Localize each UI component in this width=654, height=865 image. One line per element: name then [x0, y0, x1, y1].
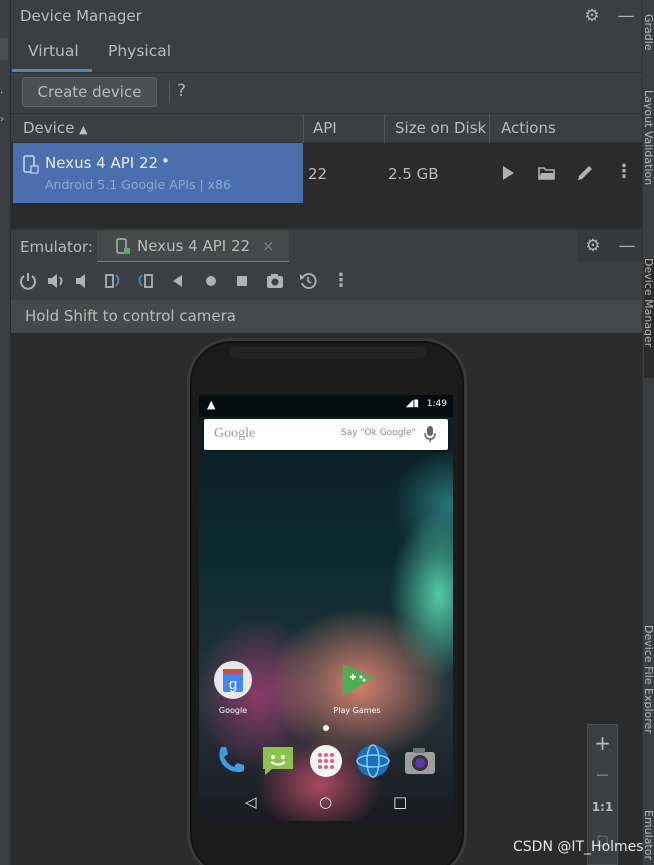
tab-physical[interactable]: Physical	[108, 42, 171, 60]
zoom-out-button[interactable]: −	[588, 765, 617, 786]
emulator-label: Emulator:	[20, 238, 93, 256]
toolbar-divider	[169, 81, 170, 103]
active-tab-indicator	[12, 69, 92, 72]
overview-icon[interactable]	[232, 271, 252, 291]
camera-hint-text: Hold Shift to control camera	[25, 307, 237, 325]
gear-icon[interactable]: ⚙	[583, 236, 603, 256]
camera-hint-bar: Hold Shift to control camera	[11, 300, 642, 333]
emulator-device-tab[interactable]: Nexus 4 API 22 ×	[97, 230, 289, 264]
app-play-games[interactable]: Play Games	[327, 660, 387, 715]
tool-tab-device-manager[interactable]: Device Manager	[644, 258, 654, 378]
google-app-icon: g	[214, 661, 252, 699]
tool-tab-device-file-explorer[interactable]: Device File Explorer	[644, 625, 654, 765]
signal-battery-icon: ◢▮	[405, 398, 419, 409]
column-device[interactable]: Device ▲	[23, 119, 88, 137]
device-manager-tabs: Virtual Physical	[11, 33, 642, 73]
page-indicator-dot	[323, 725, 329, 731]
more-vertical-icon[interactable]: ⋮	[331, 271, 351, 291]
device-size: 2.5 GB	[388, 165, 439, 183]
create-device-button[interactable]: Create device	[22, 77, 157, 107]
help-icon[interactable]: ?	[177, 81, 186, 101]
close-tab-icon[interactable]: ×	[262, 237, 275, 255]
back-icon[interactable]	[168, 271, 188, 291]
search-hint: Say "Ok Google"	[341, 428, 416, 438]
emulator-tab-title: Nexus 4 API 22	[137, 237, 251, 255]
app-label: Play Games	[333, 706, 381, 715]
android-status-bar: ▲ ◢▮ 1:49	[199, 395, 453, 417]
emulator-header-actions: ⚙ —	[577, 230, 642, 264]
more-vertical-icon[interactable]: ⋮	[615, 161, 633, 182]
tool-tab-layout-validation[interactable]: Layout Validation	[644, 90, 654, 230]
device-api: 22	[308, 165, 328, 183]
browser-globe-icon[interactable]	[355, 743, 391, 779]
gear-icon[interactable]: ⚙	[582, 6, 602, 26]
google-search-bar[interactable]: Google Say "Ok Google"	[204, 419, 448, 450]
volume-down-icon[interactable]	[73, 271, 93, 291]
emulator-header: Emulator: Nexus 4 API 22 × ⚙ —	[11, 228, 642, 264]
status-time: 1:49	[426, 399, 447, 409]
folder-icon[interactable]	[538, 166, 556, 180]
home-icon[interactable]	[201, 271, 221, 291]
left-tool-strip: · ›	[0, 0, 11, 865]
app-google[interactable]: g Google	[203, 660, 263, 715]
device-manager-toolbar: Create device ?	[11, 73, 642, 113]
device-status-dot: •	[161, 152, 170, 170]
rotate-right-icon[interactable]	[135, 271, 155, 291]
rotate-left-icon[interactable]	[103, 271, 123, 291]
minimize-icon[interactable]: —	[617, 236, 637, 256]
watermark-text: CSDN @IT_Holmes	[513, 839, 644, 855]
tab-virtual[interactable]: Virtual	[28, 42, 79, 60]
volume-up-icon[interactable]	[46, 271, 66, 291]
nav-back-icon[interactable]: ◁	[245, 793, 257, 811]
warning-icon: ▲	[207, 398, 216, 411]
minimize-icon[interactable]: —	[616, 6, 636, 26]
device-manager-title: Device Manager	[20, 7, 142, 25]
camera-icon[interactable]	[265, 271, 285, 291]
column-api[interactable]: API	[313, 119, 337, 137]
svg-text:g: g	[229, 676, 237, 693]
tool-tab-emulator[interactable]: Emulator	[644, 810, 654, 865]
device-screen[interactable]: ▲ ◢▮ 1:49 Google Say "Ok Google" g Googl…	[199, 395, 453, 821]
device-cell-selected[interactable]: Nexus 4 API 22 • Android 5.1 Google APIs…	[13, 143, 303, 203]
left-strip-tick: ·	[0, 88, 4, 99]
mic-icon[interactable]	[423, 425, 437, 443]
column-actions: Actions	[501, 119, 556, 137]
edit-pencil-icon[interactable]	[576, 164, 594, 182]
nav-home-icon[interactable]: ○	[319, 793, 332, 811]
tool-tab-gradle[interactable]: Gradle	[644, 14, 654, 70]
device-table-header: Device ▲ API Size on Disk Actions	[11, 113, 642, 143]
phone-call-icon[interactable]	[213, 743, 249, 779]
column-size-on-disk[interactable]: Size on Disk	[395, 119, 486, 137]
camera-app-icon[interactable]	[402, 743, 438, 779]
column-device-label: Device	[23, 119, 75, 137]
search-brand: Google	[214, 426, 256, 441]
device-table: Nexus 4 API 22 • Android 5.1 Google APIs…	[11, 143, 642, 228]
column-divider	[384, 114, 385, 143]
device-subtitle: Android 5.1 Google APIs | x86	[45, 177, 231, 192]
emulator-toolbar: ⋮	[11, 262, 642, 300]
left-strip-arrow-icon[interactable]: ›	[0, 114, 8, 125]
device-manager-header: Device Manager ⚙ —	[11, 0, 642, 33]
messaging-icon[interactable]	[260, 743, 296, 779]
actual-size-button[interactable]: 1:1	[588, 800, 617, 814]
right-tool-strip: Gradle Layout Validation Device Manager …	[642, 0, 654, 865]
play-games-icon	[343, 664, 373, 696]
snapshot-restore-icon[interactable]	[298, 271, 318, 291]
phone-speaker	[230, 347, 426, 359]
column-divider	[489, 114, 490, 143]
android-nav-bar: ◁ ○ □	[199, 785, 453, 821]
power-icon[interactable]	[18, 271, 38, 291]
play-icon[interactable]	[501, 165, 515, 181]
sort-ascending-icon: ▲	[79, 123, 88, 136]
left-strip-selected-tab[interactable]	[0, 38, 8, 60]
column-divider	[303, 114, 304, 143]
app-label: Google	[218, 706, 248, 715]
device-name: Nexus 4 API 22	[45, 154, 159, 172]
nav-recents-icon[interactable]: □	[393, 793, 407, 811]
phone-device-icon	[23, 155, 39, 174]
phone-device-icon	[116, 238, 130, 254]
app-drawer-icon[interactable]	[308, 743, 344, 779]
zoom-in-button[interactable]: +	[588, 731, 617, 755]
